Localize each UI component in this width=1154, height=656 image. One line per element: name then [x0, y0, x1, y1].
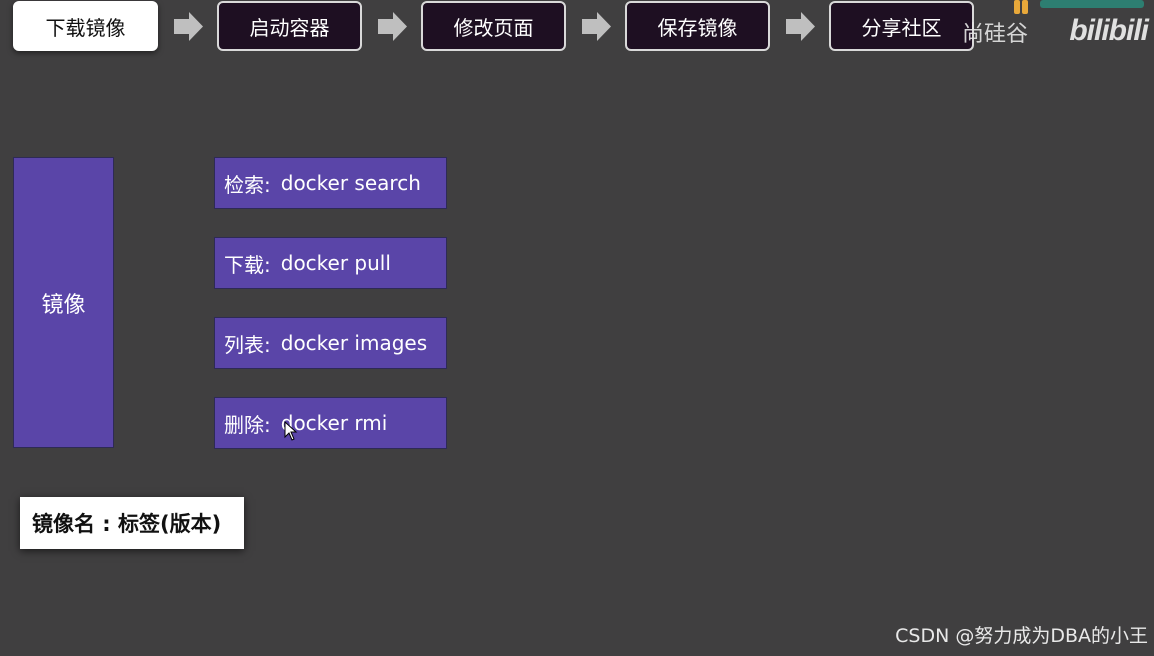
watermark: 尚硅谷 bilibili [959, 0, 1154, 52]
command-label: 下载: [224, 252, 271, 277]
command-label: 检索: [224, 172, 271, 197]
command-label: 删除: [224, 412, 271, 437]
command-rmi: 删除: docker rmi [214, 397, 447, 449]
arrow-right-icon [376, 10, 409, 43]
category-label: 镜像 [41, 292, 86, 318]
step-save-image[interactable]: 保存镜像 [625, 1, 770, 51]
step-share-community[interactable]: 分享社区 [829, 1, 974, 51]
step-label: 启动容器 [249, 15, 330, 40]
step-label: 下载镜像 [45, 15, 126, 40]
step-modify-page[interactable]: 修改页面 [421, 1, 566, 51]
step-download-image[interactable]: 下载镜像 [13, 1, 158, 51]
command-text: docker images [280, 331, 428, 355]
bilibili-logo: bilibili [1069, 14, 1149, 47]
arrow-right-icon [784, 10, 817, 43]
step-start-container[interactable]: 启动容器 [217, 1, 362, 51]
step-label: 分享社区 [861, 15, 942, 40]
arrow-right-icon [580, 10, 613, 43]
step-label: 修改页面 [453, 15, 534, 40]
category-image-box: 镜像 [13, 157, 114, 448]
command-search: 检索: docker search [214, 157, 447, 209]
step-label: 保存镜像 [657, 15, 738, 40]
command-images: 列表: docker images [214, 317, 447, 369]
command-text: docker pull [280, 251, 391, 275]
command-text: docker search [280, 171, 421, 195]
image-tag-note: 镜像名 : 标签(版本) [20, 497, 244, 549]
csdn-credit: CSDN @努力成为DBA的小王 [895, 625, 1148, 647]
command-label: 列表: [224, 332, 271, 357]
note-text: 镜像名 : 标签(版本) [32, 512, 222, 536]
watermark-text: 尚硅谷 [962, 22, 1029, 47]
command-pull: 下载: docker pull [214, 237, 447, 289]
mouse-cursor-icon [284, 421, 298, 441]
arrow-right-icon [172, 10, 205, 43]
